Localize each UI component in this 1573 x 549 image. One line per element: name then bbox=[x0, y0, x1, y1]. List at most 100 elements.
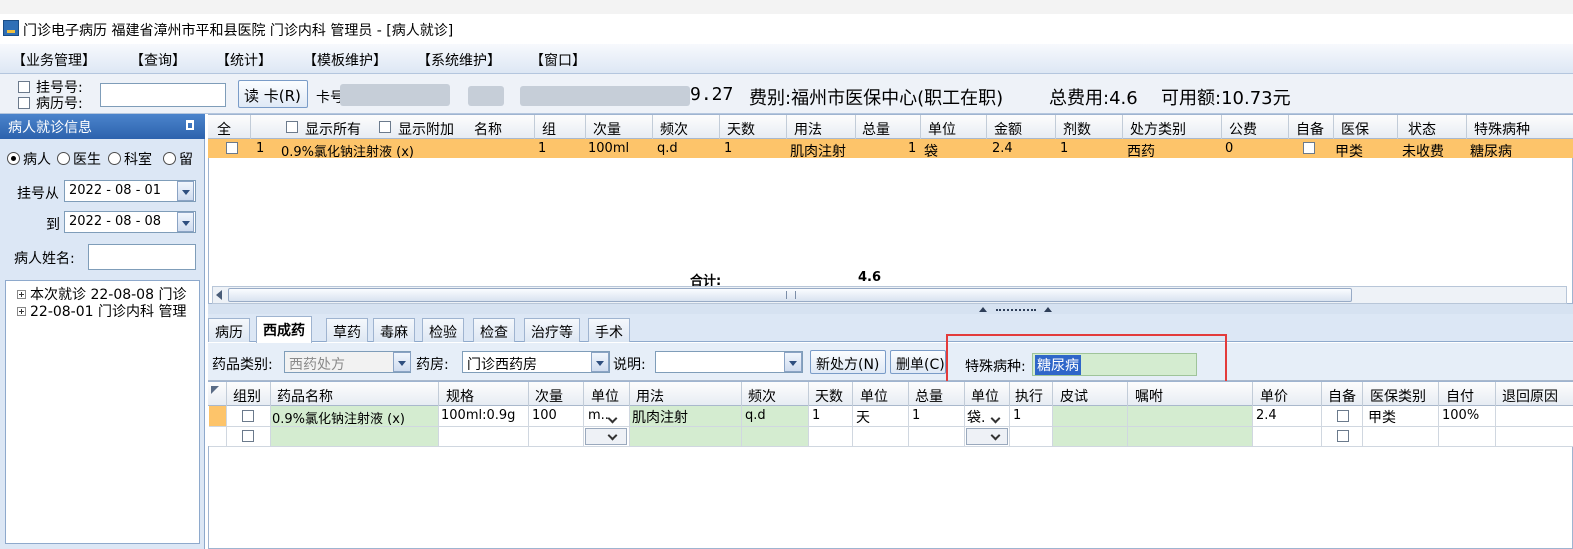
radio-department-label: 科室 bbox=[124, 152, 152, 168]
row-amount: 2.4 bbox=[992, 141, 1013, 156]
column-separator bbox=[1321, 382, 1322, 406]
tab-narcotic[interactable]: 毒麻 bbox=[373, 318, 415, 342]
menu-query[interactable]: 【查询】 bbox=[130, 50, 186, 70]
cell-divider bbox=[1362, 406, 1363, 446]
tab-western-medicine[interactable]: 西成药 bbox=[256, 316, 312, 343]
select-all-label[interactable]: 全 bbox=[217, 119, 231, 139]
row-self-supplied-checkbox[interactable] bbox=[1337, 410, 1349, 422]
col-self-pay: 自付 bbox=[1446, 389, 1474, 405]
window-top-strip bbox=[0, 0, 1573, 14]
tab-surgery[interactable]: 手术 bbox=[588, 318, 630, 342]
show-all-label: 显示所有 bbox=[305, 122, 361, 138]
radio-observation[interactable] bbox=[163, 152, 176, 165]
column-separator bbox=[719, 115, 720, 139]
column-separator bbox=[1397, 115, 1398, 139]
row-execute[interactable]: 1 bbox=[1013, 408, 1021, 423]
amount-tail: 9.27 bbox=[690, 84, 734, 105]
column-separator bbox=[786, 115, 787, 139]
row-group-checkbox[interactable] bbox=[242, 410, 254, 422]
tab-examination[interactable]: 检查 bbox=[473, 318, 515, 342]
show-extra-checkbox[interactable] bbox=[379, 121, 391, 133]
menu-template[interactable]: 【模板维护】 bbox=[303, 50, 387, 70]
patient-name-input[interactable] bbox=[88, 244, 196, 270]
collapse-up-icon[interactable] bbox=[979, 307, 987, 312]
col-name: 名称 bbox=[474, 122, 502, 138]
expand-icon[interactable] bbox=[17, 307, 26, 316]
pharmacy-label: 药房: bbox=[416, 357, 449, 373]
column-separator bbox=[652, 115, 653, 139]
row-select-checkbox[interactable] bbox=[226, 142, 238, 154]
radio-observation-label: 留 bbox=[179, 152, 193, 168]
row-self-supplied-checkbox[interactable] bbox=[1337, 430, 1349, 442]
radio-department[interactable] bbox=[108, 152, 121, 165]
tab-herbal[interactable]: 草药 bbox=[326, 318, 368, 342]
pin-icon[interactable] bbox=[186, 120, 194, 130]
row-doses: 1 bbox=[1060, 141, 1069, 156]
row-total-unit[interactable]: 袋. bbox=[967, 407, 985, 427]
row-spec: 100ml:0.9g bbox=[441, 408, 516, 423]
expand-icon[interactable] bbox=[17, 290, 26, 299]
row-group-checkbox[interactable] bbox=[242, 430, 254, 442]
row-total[interactable]: 1 bbox=[912, 408, 920, 423]
tree-item-previous-visit[interactable]: 22-08-01 门诊内科 管理 bbox=[30, 301, 200, 321]
row-total: 1 bbox=[908, 141, 917, 156]
column-separator bbox=[741, 382, 742, 406]
tab-medical-record[interactable]: 病历 bbox=[208, 318, 250, 342]
reg-no-checkbox[interactable] bbox=[18, 81, 30, 93]
note-dropdown[interactable] bbox=[784, 352, 802, 372]
tab-treatment[interactable]: 治疗等 bbox=[524, 318, 580, 342]
row-public-fee: 0 bbox=[1225, 141, 1234, 156]
column-separator bbox=[1288, 115, 1289, 139]
col-unit: 单位 bbox=[928, 122, 956, 138]
menu-system[interactable]: 【系统维护】 bbox=[417, 50, 501, 70]
col-total: 总量 bbox=[915, 389, 943, 405]
row-self-supplied-checkbox[interactable] bbox=[1303, 142, 1315, 154]
read-card-label: 读 卡(R) bbox=[244, 87, 301, 105]
row-days-unit[interactable]: 天 bbox=[856, 407, 870, 427]
redacted-area bbox=[520, 86, 690, 106]
splitter-grip-icon bbox=[996, 309, 1036, 311]
col-total: 总量 bbox=[862, 122, 890, 138]
reg-from-dropdown[interactable] bbox=[177, 181, 194, 201]
row-dose[interactable]: 100 bbox=[532, 408, 557, 423]
row-dose-unit[interactable]: m.. bbox=[588, 408, 609, 423]
row-group: 1 bbox=[538, 141, 547, 156]
pharmacy-select[interactable]: 门诊西药房 bbox=[462, 351, 610, 373]
row-insurance-category: 甲类 bbox=[1368, 410, 1396, 426]
drug-category-dropdown[interactable] bbox=[393, 352, 411, 372]
cell-divider bbox=[1252, 406, 1253, 446]
row-days[interactable]: 1 bbox=[812, 408, 820, 423]
pharmacy-dropdown[interactable] bbox=[591, 352, 609, 372]
unit-select[interactable] bbox=[966, 428, 1008, 445]
cell-divider bbox=[1052, 406, 1053, 446]
menu-statistics[interactable]: 【统计】 bbox=[216, 50, 272, 70]
unit-select[interactable] bbox=[585, 428, 627, 445]
col-dose-unit: 单位 bbox=[591, 389, 619, 405]
column-separator bbox=[534, 115, 535, 139]
column-separator bbox=[629, 382, 630, 406]
note-select[interactable] bbox=[655, 351, 803, 373]
new-prescription-button[interactable]: 新处方(N) bbox=[810, 350, 886, 374]
delete-prescription-button[interactable]: 删单(C) bbox=[890, 350, 946, 374]
pane-splitter[interactable] bbox=[208, 304, 1573, 314]
record-no-label: 病历号: bbox=[36, 96, 83, 112]
show-all-checkbox[interactable] bbox=[286, 121, 298, 133]
grip-icon bbox=[786, 291, 796, 299]
reg-no-input[interactable] bbox=[100, 83, 226, 107]
drug-category-select[interactable]: 西药处方 bbox=[284, 351, 411, 373]
row-usage[interactable]: 肌肉注射 bbox=[632, 407, 688, 427]
scroll-left-icon[interactable] bbox=[216, 290, 222, 300]
col-self-supplied: 自备 bbox=[1296, 122, 1324, 138]
menu-business[interactable]: 【业务管理】 bbox=[12, 50, 96, 70]
col-insurance: 医保 bbox=[1341, 122, 1369, 138]
row-frequency[interactable]: q.d bbox=[745, 408, 766, 423]
collapse-up-icon[interactable] bbox=[1044, 307, 1052, 312]
menu-window[interactable]: 【窗口】 bbox=[530, 50, 586, 70]
tab-lab-test[interactable]: 检验 bbox=[422, 318, 464, 342]
reg-to-dropdown[interactable] bbox=[177, 212, 194, 232]
record-no-checkbox[interactable] bbox=[18, 97, 30, 109]
row-drug-name[interactable]: 0.9%氯化钠注射液 (x) bbox=[272, 408, 405, 427]
radio-doctor[interactable] bbox=[57, 152, 70, 165]
col-group: 组 bbox=[542, 122, 556, 138]
radio-patient[interactable] bbox=[7, 152, 20, 165]
